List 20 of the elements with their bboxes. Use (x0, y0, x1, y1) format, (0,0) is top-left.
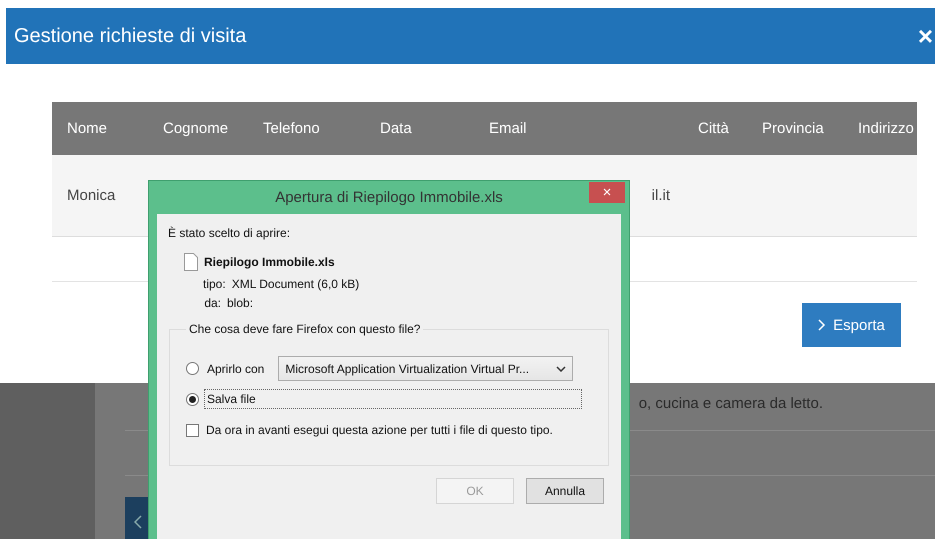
table-cell: Monica (67, 187, 116, 204)
detail-label: da: (203, 296, 221, 310)
description-text: o, cucina e camera da letto. (638, 395, 823, 412)
detail-label: tipo: (203, 277, 226, 291)
group-legend: Che cosa deve fare Firefox con questo file? (186, 322, 424, 336)
column-header: Provincia (762, 120, 825, 137)
intro-text: È stato scelto di aprire: (168, 226, 292, 242)
column-header: Email (489, 120, 528, 137)
table-cell: il.it (652, 187, 670, 204)
detail-value: blob: (227, 296, 254, 310)
dialog-title: Apertura di Riepilogo Immobile.xls (275, 189, 503, 206)
column-header: Telefono (263, 120, 321, 137)
column-header: Data (380, 120, 413, 137)
detail-value: XML Document (6,0 kB) (232, 277, 360, 291)
column-header: Nome (67, 120, 108, 137)
modal-title: Gestione richieste di visita (14, 24, 246, 48)
file-name: Riepilogo Immobile.xls (204, 255, 335, 269)
column-header: Cognome (163, 120, 230, 137)
column-header: Città (698, 120, 730, 137)
column-header: Indirizzo (858, 120, 915, 137)
